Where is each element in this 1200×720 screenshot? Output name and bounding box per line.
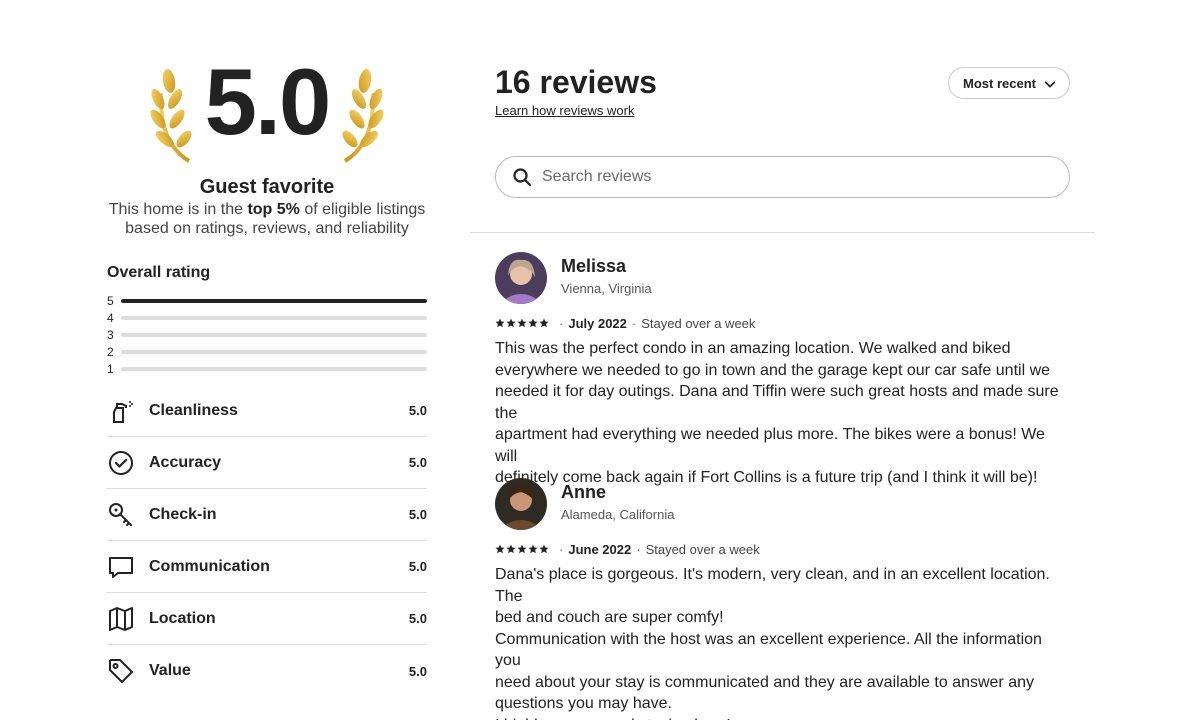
rating-row-3: 3: [107, 326, 427, 343]
category-check-in: Check-in 5.0: [107, 489, 427, 541]
laurel-right-icon: [342, 69, 384, 163]
header-divider: [470, 232, 1095, 233]
category-value: Value 5.0: [107, 645, 427, 697]
category-value: 5.0: [408, 507, 427, 522]
rating-summary-panel: 5.0 Guest favorite This home is in the t…: [107, 0, 427, 720]
guest-favorite-hero: 5.0: [107, 55, 427, 175]
category-value: 5.0: [408, 403, 427, 418]
learn-how-reviews-work-link[interactable]: Learn how reviews work: [495, 103, 634, 118]
category-label: Location: [149, 609, 216, 627]
category-cleanliness: Cleanliness 5.0: [107, 385, 427, 437]
review-stars: [495, 542, 549, 557]
review-meta: · June 2022 · Stayed over a week: [495, 542, 760, 557]
separator-dot: ·: [559, 316, 564, 331]
search-reviews-box[interactable]: [495, 156, 1070, 198]
reviewer-name[interactable]: Anne: [561, 482, 606, 503]
category-label: Communication: [149, 557, 270, 575]
reviews-panel: 16 reviews Learn how reviews work Most r…: [470, 0, 1095, 720]
star-icon: [528, 316, 538, 331]
reviewer-name[interactable]: Melissa: [561, 256, 626, 277]
rating-row-5: 5: [107, 292, 427, 309]
star-icon: [495, 542, 505, 557]
category-value: 5.0: [408, 559, 427, 574]
review-item: Melissa Vienna, Virginia · July 2022 · S…: [495, 252, 1075, 486]
search-reviews-input[interactable]: [542, 168, 1069, 186]
star-icon: [528, 542, 538, 557]
key-icon: [107, 501, 135, 529]
rating-row-4: 4: [107, 309, 427, 326]
reviewer-avatar[interactable]: [495, 252, 547, 304]
star-icon: [517, 316, 527, 331]
review-item: Anne Alameda, California · June 2022 · S…: [495, 478, 1075, 720]
review-meta: · July 2022 · Stayed over a week: [495, 316, 755, 331]
category-communication: Communication 5.0: [107, 541, 427, 593]
rating-bar: [121, 298, 427, 303]
check-circle-icon: [107, 449, 135, 477]
rating-row-1: 1: [107, 360, 427, 377]
stay-length: Stayed over a week: [641, 316, 756, 331]
category-label: Check-in: [149, 505, 217, 523]
category-label: Cleanliness: [149, 401, 238, 419]
category-value: 5.0: [408, 663, 427, 679]
star-icon: [495, 316, 505, 331]
rating-bar-fill: [121, 298, 427, 303]
chevron-down-icon: [1044, 81, 1056, 88]
message-icon: [107, 553, 135, 581]
category-value: 5.0: [408, 611, 427, 626]
star-icon: [539, 542, 549, 557]
badge-desc-bold: top 5%: [247, 201, 300, 218]
reviewer-location: Alameda, California: [561, 507, 675, 522]
category-label: Accuracy: [149, 453, 222, 471]
rating-bar: [121, 349, 427, 354]
category-location: Location 5.0: [107, 593, 427, 645]
sort-dropdown[interactable]: Most recent: [948, 67, 1070, 99]
rating-row-label: 2: [107, 344, 114, 359]
separator-dot: ·: [559, 542, 564, 557]
category-ratings: Cleanliness 5.0 Accuracy 5.0 Check-in 5.…: [107, 385, 427, 697]
star-icon: [517, 542, 527, 557]
reviewer-location: Vienna, Virginia: [561, 281, 652, 296]
rating-row-2: 2: [107, 343, 427, 360]
separator-dot: ·: [631, 316, 637, 331]
sort-label: Most recent: [963, 75, 1036, 91]
separator-dot: ·: [636, 542, 641, 557]
rating-row-label: 5: [107, 293, 114, 308]
tag-icon: [107, 657, 135, 685]
review-date: July 2022: [568, 316, 627, 331]
rating-bar: [121, 332, 427, 337]
category-accuracy: Accuracy 5.0: [107, 437, 427, 489]
review-text: Dana's place is gorgeous. It's modern, v…: [495, 566, 1050, 720]
category-value: 5.0: [408, 455, 427, 470]
rating-bar: [121, 315, 427, 320]
star-icon: [506, 316, 516, 331]
spray-bottle-icon: [107, 397, 135, 425]
review-date: June 2022: [568, 542, 632, 557]
rating-row-label: 4: [107, 310, 114, 325]
rating-bar: [121, 366, 427, 371]
rating-row-label: 1: [107, 361, 114, 376]
category-label: Value: [149, 662, 191, 679]
map-icon: [107, 605, 135, 633]
rating-row-label: 3: [107, 327, 114, 342]
star-icon: [506, 542, 516, 557]
guest-favorite-description: This home is in the top 5% of eligible l…: [107, 200, 427, 238]
review-stars: [495, 316, 549, 331]
overall-rating-title: Overall rating: [107, 264, 211, 281]
badge-desc-pre: This home is in the: [108, 201, 248, 218]
review-text: This was the perfect condo in an amazing…: [495, 340, 1059, 486]
guest-favorite-title: Guest favorite: [199, 176, 335, 198]
search-icon: [513, 168, 532, 187]
rating-distribution: 5 4 3 2 1: [107, 292, 427, 377]
reviewer-avatar[interactable]: [495, 478, 547, 530]
reviews-count: 16 reviews: [495, 64, 657, 100]
stay-length: Stayed over a week: [645, 542, 760, 557]
star-icon: [539, 316, 549, 331]
